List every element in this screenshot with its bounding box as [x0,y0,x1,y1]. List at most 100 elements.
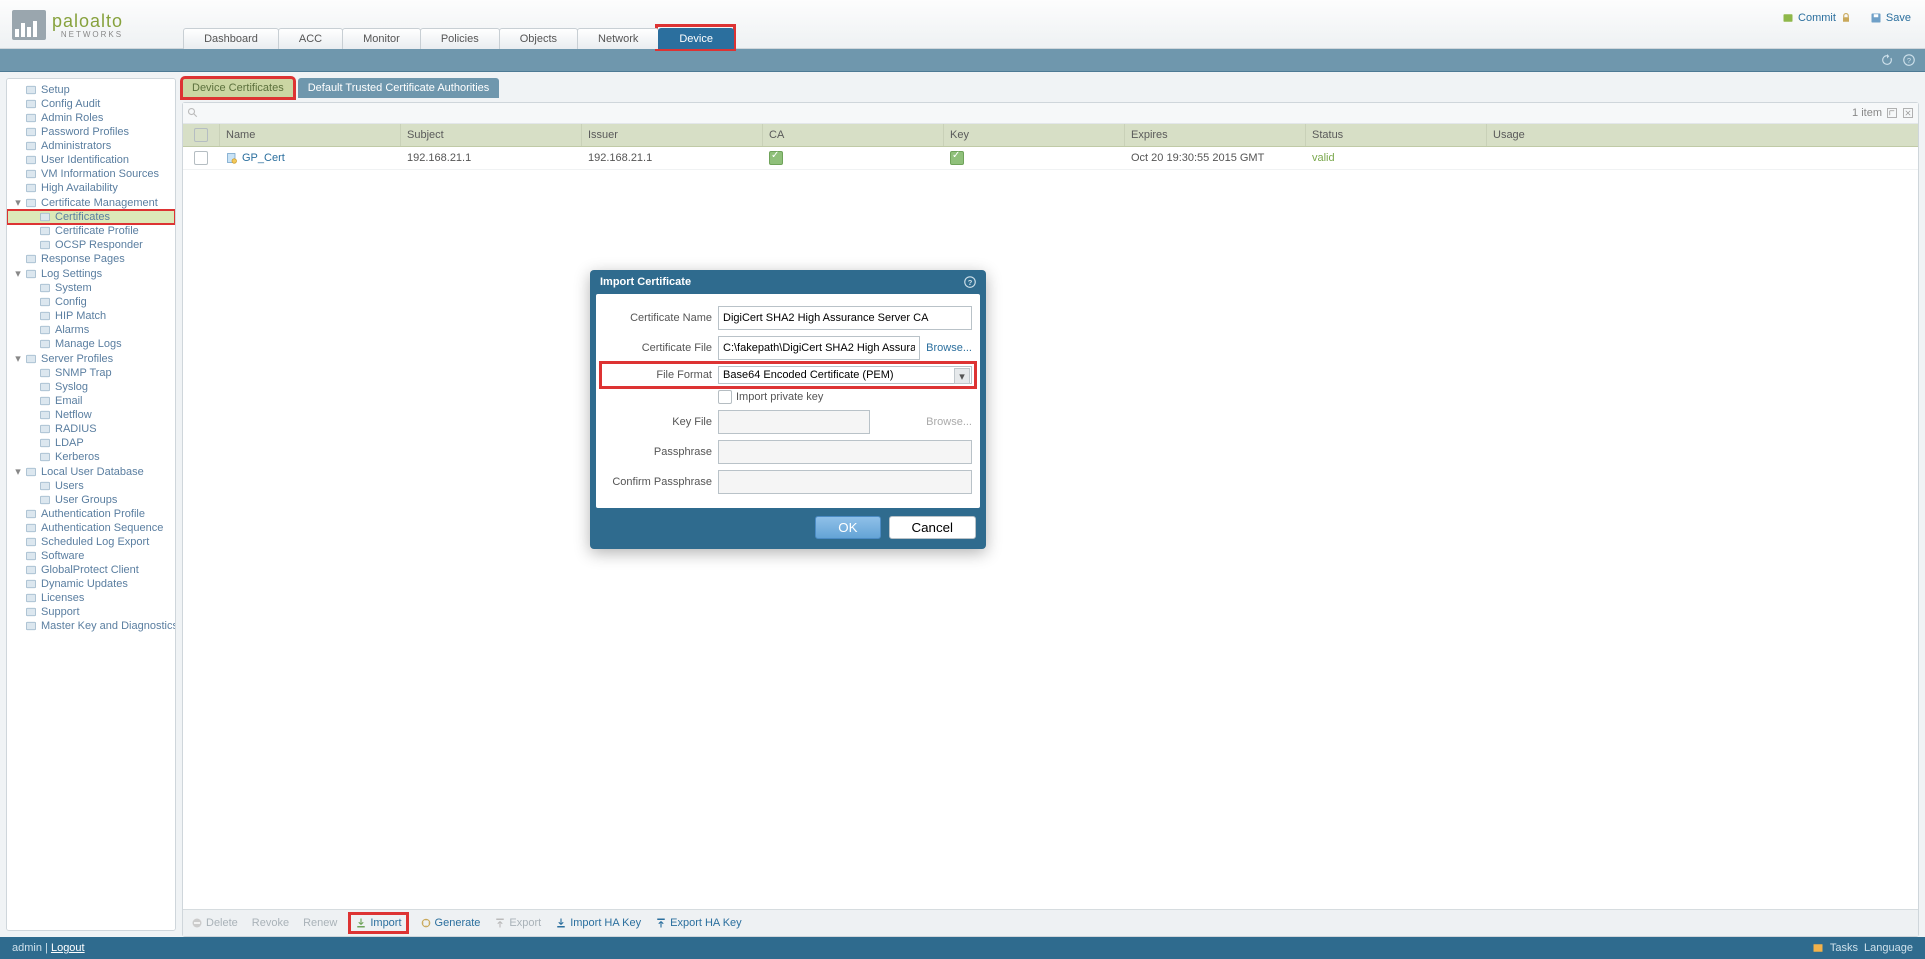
tab-dashboard[interactable]: Dashboard [183,28,279,49]
sidebar-item-radius[interactable]: RADIUS [7,422,175,436]
sidebar-item-certificate-profile[interactable]: Certificate Profile [7,224,175,238]
sidebar-item-syslog[interactable]: Syslog [7,380,175,394]
sidebar-item-label: Users [55,480,84,492]
import-ha-key-button[interactable]: Import HA Key [555,917,641,929]
generate-button[interactable]: Generate [420,917,481,929]
cert-file-browse-button[interactable]: Browse... [926,342,972,354]
select-all-checkbox[interactable] [194,128,208,142]
sidebar-item-system[interactable]: System [7,281,175,295]
delete-button[interactable]: Delete [191,917,238,929]
cert-name-link[interactable]: GP_Cert [226,152,285,164]
cert-name-label: Certificate Name [604,312,712,324]
file-format-select[interactable] [718,366,972,384]
sidebar-item-config[interactable]: Config [7,295,175,309]
tree-toggle-icon[interactable]: ▾ [13,196,23,209]
sidebar-item-authentication-sequence[interactable]: Authentication Sequence [7,521,175,535]
sidebar-item-users[interactable]: Users [7,479,175,493]
sidebar-item-manage-logs[interactable]: Manage Logs [7,337,175,351]
sidebar-item-log-settings[interactable]: ▾Log Settings [7,266,175,281]
tab-device[interactable]: Device [658,28,734,49]
sidebar-item-email[interactable]: Email [7,394,175,408]
close-panel-icon[interactable] [1902,107,1914,119]
sidebar-item-dynamic-updates[interactable]: Dynamic Updates [7,577,175,591]
sidebar-item-ldap[interactable]: LDAP [7,436,175,450]
sidebar-item-snmp-trap[interactable]: SNMP Trap [7,366,175,380]
grid-body: GP_Cert 192.168.21.1 192.168.21.1 Oct 20… [183,147,1918,909]
export-ha-key-button[interactable]: Export HA Key [655,917,742,929]
col-expires[interactable]: Expires [1125,124,1306,146]
sidebar-item-ocsp-responder[interactable]: OCSP Responder [7,238,175,252]
tab-default-trusted-ca[interactable]: Default Trusted Certificate Authorities [298,78,500,98]
sidebar-item-hip-match[interactable]: HIP Match [7,309,175,323]
tree-toggle-icon[interactable]: ▾ [13,465,23,478]
tab-network[interactable]: Network [577,28,659,49]
tree-toggle-icon[interactable]: ▾ [13,267,23,280]
tree-toggle-icon[interactable]: ▾ [13,352,23,365]
sidebar-item-admin-roles[interactable]: Admin Roles [7,111,175,125]
tasks-link[interactable]: Tasks [1830,942,1858,954]
sidebar-item-support[interactable]: Support [7,605,175,619]
sidebar-item-user-groups[interactable]: User Groups [7,493,175,507]
sidebar-item-software[interactable]: Software [7,549,175,563]
col-name[interactable]: Name [220,124,401,146]
tab-objects[interactable]: Objects [499,28,578,49]
sidebar-item-password-profiles[interactable]: Password Profiles [7,125,175,139]
cancel-button[interactable]: Cancel [889,516,977,539]
sidebar-item-certificate-management[interactable]: ▾Certificate Management [7,195,175,210]
sidebar-item-certificates[interactable]: Certificates [7,210,175,224]
tab-device-certificates[interactable]: Device Certificates [182,78,294,98]
col-usage[interactable]: Usage [1487,124,1918,146]
cert-file-input[interactable] [718,336,920,360]
cert-name-input[interactable] [718,306,972,330]
tab-monitor[interactable]: Monitor [342,28,421,49]
tab-policies[interactable]: Policies [420,28,500,49]
sidebar-item-kerberos[interactable]: Kerberos [7,450,175,464]
sidebar-item-server-profiles[interactable]: ▾Server Profiles [7,351,175,366]
tab-acc[interactable]: ACC [278,28,343,49]
logout-link[interactable]: Logout [51,942,85,954]
sidebar-item-authentication-profile[interactable]: Authentication Profile [7,507,175,521]
import-private-key-checkbox[interactable] [718,390,732,404]
save-button[interactable]: Save [1870,12,1911,24]
row-checkbox[interactable] [194,151,208,165]
revoke-button[interactable]: Revoke [252,917,289,929]
sidebar-item-user-identification[interactable]: User Identification [7,153,175,167]
sidebar-item-setup[interactable]: Setup [7,83,175,97]
search-icon[interactable] [187,107,199,119]
sidebar-item-vm-information-sources[interactable]: VM Information Sources [7,167,175,181]
ca-check-icon [769,151,783,165]
dialog-header: Import Certificate ? [590,270,986,294]
sidebar-item-response-pages[interactable]: Response Pages [7,252,175,266]
table-row[interactable]: GP_Cert 192.168.21.1 192.168.21.1 Oct 20… [183,147,1918,170]
sidebar-item-local-user-database[interactable]: ▾Local User Database [7,464,175,479]
help-icon[interactable]: ? [1903,54,1915,66]
dialog-help-icon[interactable]: ? [964,276,976,288]
col-ca[interactable]: CA [763,124,944,146]
sidebar-item-alarms[interactable]: Alarms [7,323,175,337]
col-status[interactable]: Status [1306,124,1487,146]
col-issuer[interactable]: Issuer [582,124,763,146]
item-icon [39,437,51,449]
sidebar-item-globalprotect-client[interactable]: GlobalProtect Client [7,563,175,577]
sub-bar: ? [0,49,1925,72]
item-icon [25,536,37,548]
sidebar-item-config-audit[interactable]: Config Audit [7,97,175,111]
commit-button[interactable]: Commit [1782,12,1852,24]
col-key[interactable]: Key [944,124,1125,146]
language-link[interactable]: Language [1864,942,1913,954]
col-subject[interactable]: Subject [401,124,582,146]
renew-button[interactable]: Renew [303,917,337,929]
sidebar-item-scheduled-log-export[interactable]: Scheduled Log Export [7,535,175,549]
sidebar-item-netflow[interactable]: Netflow [7,408,175,422]
sidebar-item-licenses[interactable]: Licenses [7,591,175,605]
import-button[interactable]: Import [355,917,401,929]
item-icon [25,466,37,478]
expand-icon[interactable] [1886,107,1898,119]
grid-header: Name Subject Issuer CA Key Expires Statu… [183,124,1918,147]
sidebar-item-administrators[interactable]: Administrators [7,139,175,153]
refresh-icon[interactable] [1881,54,1893,66]
export-button[interactable]: Export [494,917,541,929]
sidebar-item-high-availability[interactable]: High Availability [7,181,175,195]
ok-button[interactable]: OK [815,516,880,539]
sidebar-item-master-key-and-diagnostics[interactable]: Master Key and Diagnostics [7,619,175,633]
